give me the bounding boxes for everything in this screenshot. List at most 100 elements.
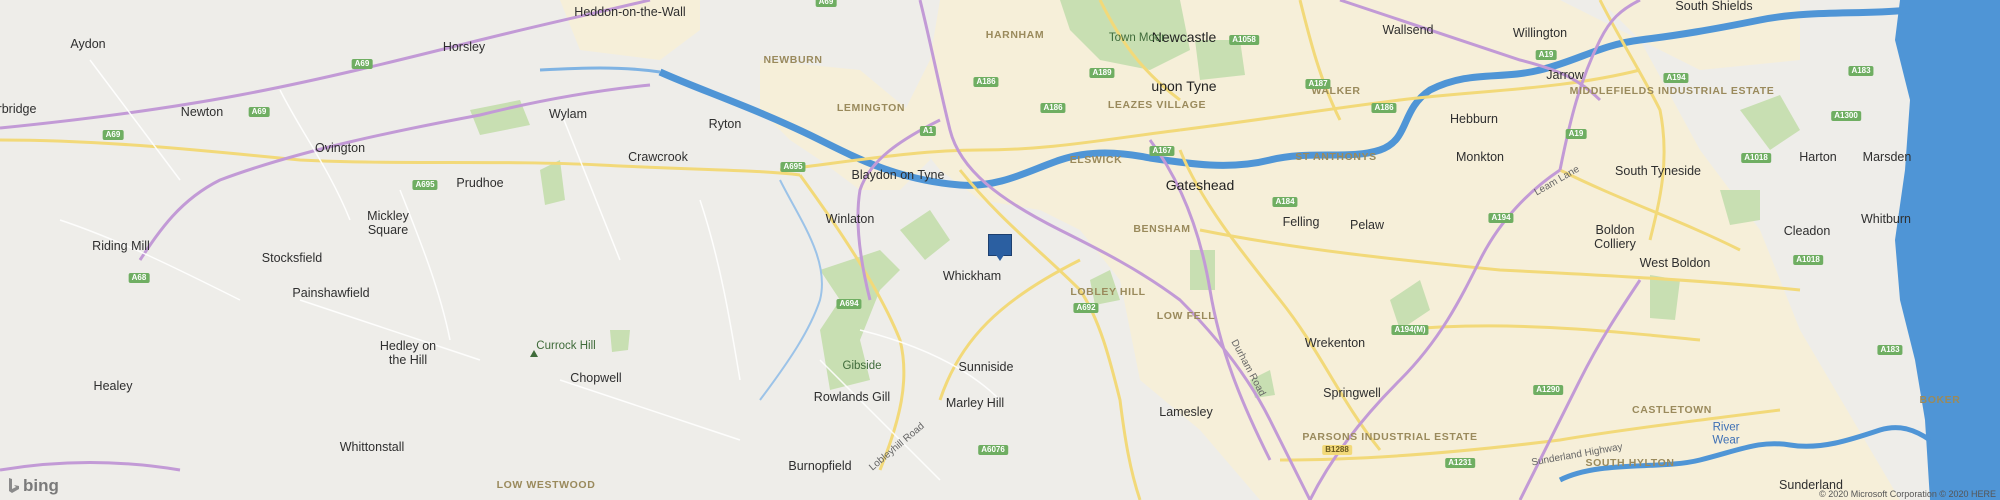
feature-currock-hill: Currock Hill bbox=[536, 340, 596, 352]
bing-b-icon bbox=[9, 478, 19, 493]
place-mickley: Mickley bbox=[367, 209, 409, 223]
place-boldon: Boldon bbox=[1595, 223, 1635, 237]
road-shield-a6076: A6076 bbox=[978, 445, 1008, 455]
feature-town-moor: Town Moor bbox=[1108, 32, 1166, 44]
road-shield-a186: A186 bbox=[1040, 103, 1066, 113]
place-boldon-2: Colliery bbox=[1594, 237, 1636, 251]
road-shield-a695: A695 bbox=[780, 162, 806, 172]
feature-gibside: Gibside bbox=[842, 360, 882, 372]
road-shield-a167: A167 bbox=[1149, 146, 1175, 156]
place-mickley-2: Square bbox=[367, 223, 409, 237]
feature-river-wear: River bbox=[1712, 421, 1740, 434]
place-marley-hill: Marley Hill bbox=[945, 396, 1005, 410]
district-lemington: LEMINGTON bbox=[836, 102, 906, 114]
district-south-hylton: SOUTH HYLTON bbox=[1585, 457, 1675, 469]
place-wallsend: Wallsend bbox=[1382, 23, 1434, 37]
road-shield-a189: A189 bbox=[1089, 68, 1115, 78]
place-painshawfield: Painshawfield bbox=[292, 286, 370, 300]
road-shield-a1018: A1018 bbox=[1793, 255, 1823, 265]
road-shield-a692: A692 bbox=[1073, 303, 1099, 313]
district-low-fell: LOW FELL bbox=[1156, 310, 1216, 322]
road-shield-a19: A19 bbox=[1535, 50, 1557, 60]
place-jarrow: Jarrow bbox=[1546, 68, 1584, 82]
place-prudhoe: Prudhoe bbox=[456, 176, 504, 190]
road-shield-a183: A183 bbox=[1848, 66, 1874, 76]
district-boker: BOKER bbox=[1919, 394, 1961, 406]
place-stocksfield: Stocksfield bbox=[261, 251, 323, 265]
copyright-text: © 2020 Microsoft Corporation © 2020 HERE bbox=[1819, 489, 1996, 499]
place-west-boldon: West Boldon bbox=[1639, 256, 1711, 270]
road-shield-a1018: A1018 bbox=[1741, 153, 1771, 163]
road-shield-a184: A184 bbox=[1272, 197, 1298, 207]
location-pin-icon[interactable] bbox=[988, 234, 1012, 261]
place-corbridge: rbridge bbox=[0, 102, 37, 116]
place-monkton: Monkton bbox=[1456, 150, 1504, 164]
district-bensham: BENSHAM bbox=[1133, 223, 1191, 235]
place-hedley-2: the Hill bbox=[388, 353, 428, 367]
road-shield-a186: A186 bbox=[1371, 103, 1397, 113]
place-pelaw: Pelaw bbox=[1349, 218, 1385, 232]
place-lamesley: Lamesley bbox=[1159, 405, 1213, 419]
place-whickham: Whickham bbox=[942, 269, 1002, 283]
place-wrekenton: Wrekenton bbox=[1304, 336, 1366, 350]
place-winlaton: Winlaton bbox=[825, 212, 875, 226]
district-st-anthonys: ST ANTHONYS bbox=[1295, 151, 1377, 163]
district-parsons: PARSONS INDUSTRIAL ESTATE bbox=[1302, 431, 1478, 443]
road-shield-a1231: A1231 bbox=[1445, 458, 1475, 468]
place-burnopfield: Burnopfield bbox=[788, 459, 852, 473]
place-heddon: Heddon-on-the-Wall bbox=[574, 5, 686, 19]
place-wylam: Wylam bbox=[548, 107, 588, 121]
place-whittonstall: Whittonstall bbox=[339, 440, 405, 454]
road-shield-a1290: A1290 bbox=[1533, 385, 1563, 395]
place-willington: Willington bbox=[1512, 26, 1568, 40]
feature-river-wear-2: Wear bbox=[1712, 434, 1740, 447]
place-riding-mill: Riding Mill bbox=[92, 239, 150, 253]
road-shield-a1: A1 bbox=[919, 126, 937, 136]
place-whitburn: Whitburn bbox=[1860, 212, 1912, 226]
place-marsden: Marsden bbox=[1862, 150, 1912, 164]
place-hebburn: Hebburn bbox=[1450, 112, 1498, 126]
road-shield-b1288: B1288 bbox=[1322, 445, 1352, 455]
district-newburn: NEWBURN bbox=[763, 54, 823, 66]
district-castletown: CASTLETOWN bbox=[1632, 404, 1712, 416]
place-blaydon: Blaydon on Tyne bbox=[851, 168, 945, 182]
place-hedley: Hedley on bbox=[379, 339, 437, 353]
road-shield-a1300: A1300 bbox=[1831, 111, 1861, 121]
road-shield-a69: A69 bbox=[351, 59, 373, 69]
place-felling: Felling bbox=[1282, 215, 1320, 229]
place-ryton: Ryton bbox=[708, 117, 742, 131]
road-shield-a19: A19 bbox=[1565, 129, 1587, 139]
place-healey: Healey bbox=[93, 379, 133, 393]
road-shield-a68: A68 bbox=[128, 273, 150, 283]
road-shield-a1058: A1058 bbox=[1229, 35, 1259, 45]
place-south-tyneside: South Tyneside bbox=[1615, 164, 1701, 178]
place-south-shields: South Shields bbox=[1675, 0, 1753, 13]
place-rowlands-gill: Rowlands Gill bbox=[813, 390, 891, 404]
road-shield-a183: A183 bbox=[1877, 345, 1903, 355]
district-middlefields: MIDDLEFIELDS INDUSTRIAL ESTATE bbox=[1569, 85, 1775, 97]
road-shield-a194m: A194(M) bbox=[1391, 325, 1429, 335]
road-shield-a186: A186 bbox=[973, 77, 999, 87]
place-crawcrook: Crawcrook bbox=[628, 150, 688, 164]
district-leazes: LEAZES VILLAGE bbox=[1107, 99, 1207, 111]
place-cleadon: Cleadon bbox=[1783, 224, 1831, 238]
place-chopwell: Chopwell bbox=[570, 371, 622, 385]
place-sunniside: Sunniside bbox=[958, 360, 1014, 374]
road-shield-a69: A69 bbox=[102, 130, 124, 140]
place-newcastle-2: upon Tyne bbox=[1151, 78, 1217, 94]
district-harnham: HARNHAM bbox=[985, 29, 1045, 41]
place-low-westwood: LOW WESTWOOD bbox=[496, 479, 596, 491]
road-shield-a69: A69 bbox=[248, 107, 270, 117]
road-shield-a694: A694 bbox=[836, 299, 862, 309]
road-shield-a194: A194 bbox=[1663, 73, 1689, 83]
place-springwell: Springwell bbox=[1323, 386, 1381, 400]
road-shield-a187: A187 bbox=[1305, 79, 1331, 89]
road-shield-a695: A695 bbox=[412, 180, 438, 190]
map-canvas[interactable]: Heddon-on-the-Wall Aydon Horsley rbridge… bbox=[0, 0, 2000, 500]
place-harton: Harton bbox=[1799, 150, 1837, 164]
place-aydon: Aydon bbox=[70, 37, 106, 51]
place-ovington: Ovington bbox=[314, 141, 366, 155]
road-shield-a194: A194 bbox=[1488, 213, 1514, 223]
district-elswick: ELSWICK bbox=[1069, 154, 1123, 166]
road-shield-a69: A69 bbox=[815, 0, 837, 7]
